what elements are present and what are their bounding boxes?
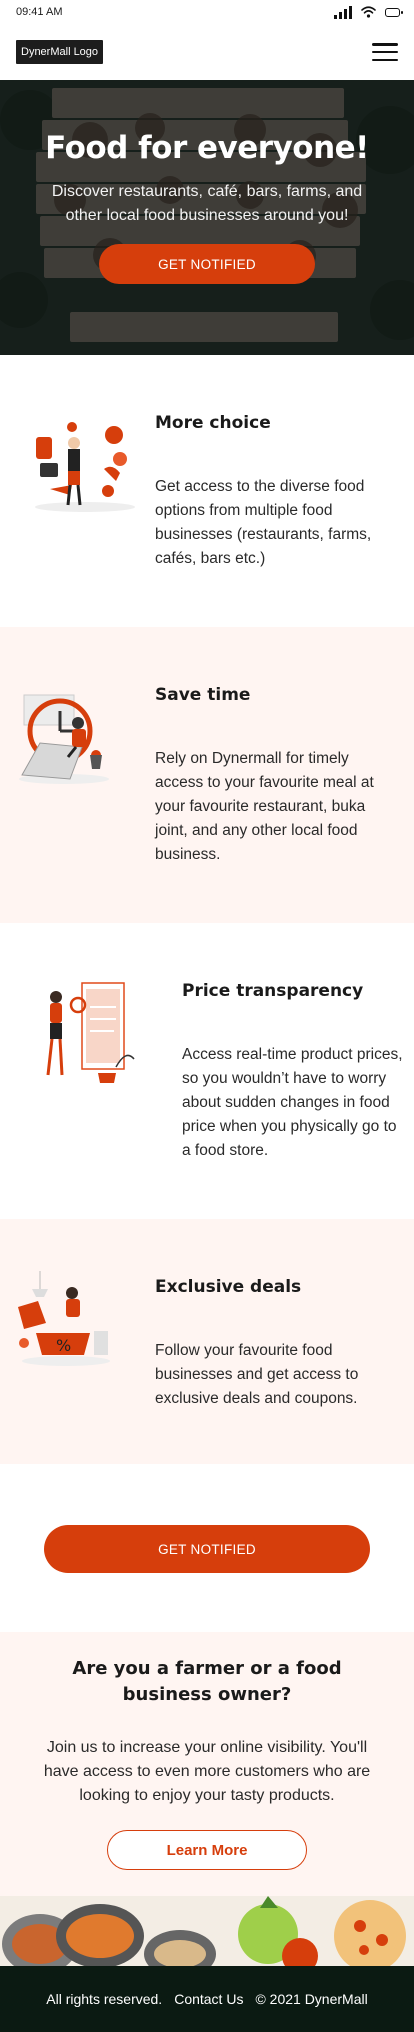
feature-text: Rely on Dynermall for timely access to y… — [155, 750, 374, 863]
footer-rights: All rights reserved. — [46, 1991, 163, 2007]
feature-exclusive-deals: % Exclusive deals Follow your favourite … — [0, 1219, 414, 1464]
feature-title: More choice — [155, 413, 271, 433]
get-notified-button-secondary[interactable]: GET NOTIFIED — [44, 1525, 370, 1573]
signal-icon — [334, 5, 352, 19]
status-icons — [334, 5, 403, 19]
more-choice-illustration — [35, 422, 135, 512]
footer: All rights reserved. Contact Us © 2021 D… — [0, 1966, 414, 2032]
feature-save-time: Save time Rely on Dynermall for timely a… — [0, 627, 414, 923]
feature-price-transparency: Price transparency Access real-time prod… — [0, 923, 414, 1219]
exclusive-deals-illustration: % — [18, 1271, 110, 1366]
hero-subtitle: Discover restaurants, café, bars, farms,… — [51, 183, 363, 224]
status-bar: 09:41 AM — [0, 0, 414, 24]
status-time: 09:41 AM — [16, 6, 63, 18]
top-nav: DynerMall Logo — [0, 24, 414, 80]
feature-text: Follow your favourite food businesses an… — [155, 1342, 359, 1407]
get-notified-button[interactable]: GET NOTIFIED — [99, 244, 315, 284]
feature-title: Save time — [155, 685, 251, 705]
wifi-icon — [361, 6, 376, 18]
battery-icon — [385, 7, 403, 17]
business-owner-section: Are you a farmer or a food business owne… — [0, 1632, 414, 1896]
hero-title: Food for everyone! — [45, 130, 369, 166]
footer-copyright: © 2021 DynerMall — [255, 1991, 368, 2007]
feature-text: Access real-time product prices, so you … — [182, 1046, 403, 1159]
contact-us-link[interactable]: Contact Us — [174, 1991, 243, 2007]
feature-more-choice: More choice Get access to the diverse fo… — [0, 355, 414, 627]
hero-content: Food for everyone! Discover restaurants,… — [0, 80, 414, 355]
logo[interactable]: DynerMall Logo — [16, 40, 104, 64]
feature-text: Get access to the diverse food options f… — [155, 478, 372, 567]
hamburger-menu-icon[interactable] — [372, 43, 398, 61]
business-owner-title: Are you a farmer or a food business owne… — [72, 1658, 342, 1705]
hero-section: Food for everyone! Discover restaurants,… — [0, 80, 414, 355]
save-time-illustration — [19, 694, 109, 784]
food-banner-image — [0, 1896, 414, 1966]
price-transparency-illustration — [46, 982, 135, 1083]
learn-more-button[interactable]: Learn More — [107, 1830, 307, 1870]
feature-title: Price transparency — [182, 981, 364, 1001]
svg-text:%: % — [56, 1336, 71, 1355]
business-owner-text: Join us to increase your online visibili… — [43, 1739, 371, 1804]
feature-title: Exclusive deals — [155, 1277, 302, 1297]
